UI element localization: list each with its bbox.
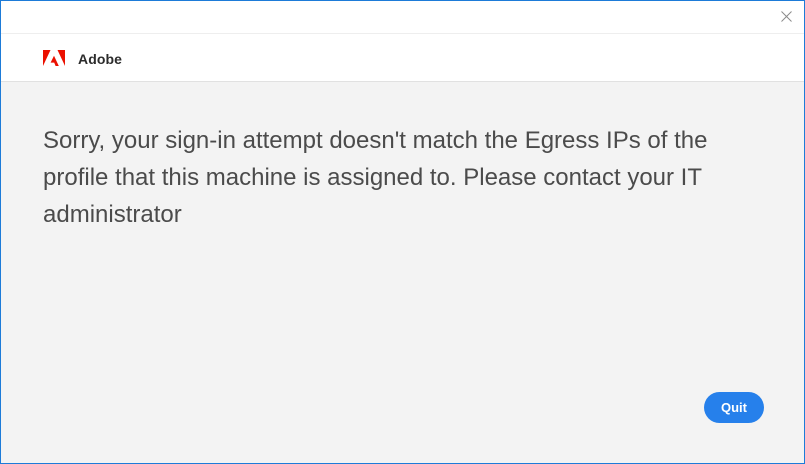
adobe-logo-icon [43, 50, 65, 66]
dialog-window: Adobe Sorry, your sign-in attempt doesn'… [0, 0, 805, 464]
title-bar [1, 1, 804, 33]
brand-name: Adobe [78, 51, 123, 67]
error-message: Sorry, your sign-in attempt doesn't matc… [43, 127, 708, 228]
close-icon [780, 10, 792, 22]
close-button[interactable] [774, 5, 798, 27]
app-header: Adobe [1, 33, 804, 82]
quit-button[interactable]: Quit [704, 392, 764, 423]
